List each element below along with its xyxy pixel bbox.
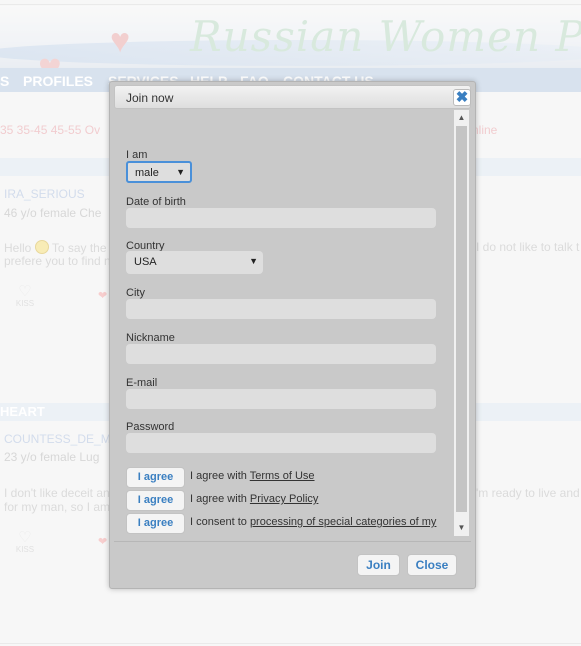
password-label: Password	[126, 421, 175, 433]
password-field[interactable]	[126, 433, 436, 453]
dialog-scrollbar[interactable]: ▲ ▼	[454, 110, 469, 536]
dialog-title: Join now	[126, 91, 174, 105]
nickname-field[interactable]	[126, 344, 436, 364]
country-select[interactable]: USA ▼	[126, 251, 263, 274]
email-label: E-mail	[126, 377, 158, 389]
dialog-body: I am male ▼ Date of birth Country USA ▼ …	[114, 112, 471, 536]
agree-processing-button[interactable]: I agree	[126, 513, 185, 534]
join-button[interactable]: Join	[357, 554, 400, 576]
i-am-label: I am	[126, 149, 148, 161]
agree-terms-button[interactable]: I agree	[126, 467, 185, 488]
caret-down-icon: ▼	[176, 167, 185, 177]
dialog-titlebar: Join now ✖	[114, 85, 471, 109]
scroll-thumb[interactable]	[456, 126, 467, 512]
processing-data-link[interactable]: processing of special categories of my	[250, 516, 436, 528]
terms-of-use-link[interactable]: Terms of Use	[250, 470, 315, 482]
gender-select[interactable]: male ▼	[126, 161, 192, 183]
agree-terms-text: I agree with Terms of Use	[190, 470, 315, 482]
privacy-policy-link[interactable]: Privacy Policy	[250, 493, 318, 505]
dob-field[interactable]	[126, 208, 436, 228]
nickname-label: Nickname	[126, 332, 175, 344]
dialog-footer-divider	[114, 541, 471, 542]
close-icon[interactable]: ✖	[453, 89, 471, 106]
email-field[interactable]	[126, 389, 436, 409]
agree-privacy-text: I agree with Privacy Policy	[190, 493, 319, 505]
caret-down-icon: ▼	[249, 256, 258, 266]
close-button[interactable]: Close	[407, 554, 457, 576]
scroll-up-icon[interactable]: ▲	[454, 112, 469, 124]
join-dialog: Join now ✖ I am male ▼ Date of birth Cou…	[109, 81, 476, 589]
dob-label: Date of birth	[126, 196, 186, 208]
city-field[interactable]	[126, 299, 436, 319]
scroll-down-icon[interactable]: ▼	[454, 522, 469, 534]
agree-privacy-button[interactable]: I agree	[126, 490, 185, 511]
city-label: City	[126, 287, 145, 299]
agree-processing-text: I consent to processing of special categ…	[190, 516, 437, 528]
